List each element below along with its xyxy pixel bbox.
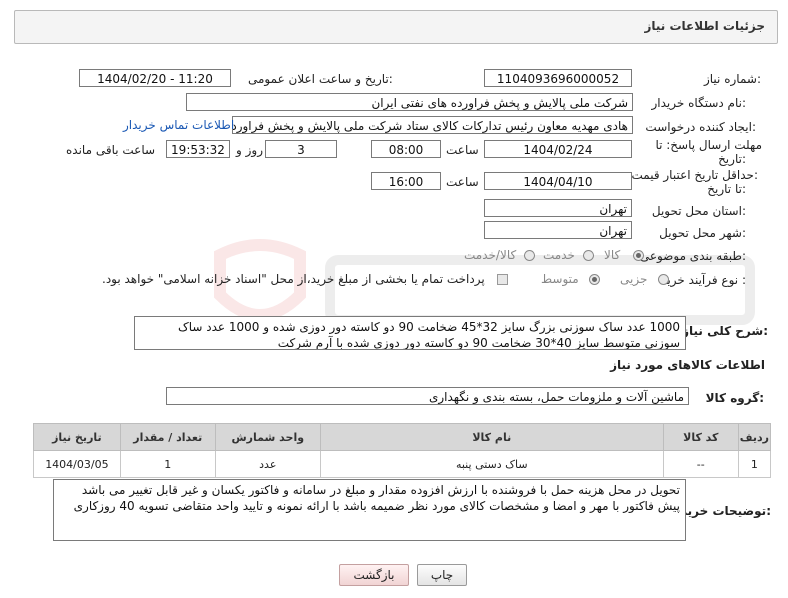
- days-label: روز و: [236, 143, 263, 157]
- process-radio-medium[interactable]: [589, 274, 600, 285]
- goods-section-title: اطلاعات کالاهای مورد نیاز: [610, 358, 765, 372]
- cell-code: --: [662, 450, 739, 478]
- category-option-goods-service: کالا/خدمت: [464, 248, 517, 262]
- category-radio-goods[interactable]: [633, 250, 644, 261]
- buyer-org-label: نام دستگاه خریدار:: [651, 96, 747, 110]
- goods-table: ردیف کد کالا نام کالا واحد شمارش تعداد /…: [33, 423, 772, 478]
- announce-date-label: تاریخ و ساعت اعلان عمومی:: [248, 72, 393, 86]
- col-code: کد کالا: [662, 423, 739, 451]
- days-remaining-field: 3: [265, 140, 337, 158]
- city-field: تهران: [484, 221, 632, 239]
- province-field: تهران: [484, 199, 632, 217]
- process-radio-minor[interactable]: [658, 274, 669, 285]
- description-label: شرح کلی نیاز:: [682, 324, 768, 338]
- validity-time-label: ساعت: [446, 175, 479, 189]
- page-title: جزئیات اطلاعات نیاز: [644, 19, 765, 33]
- col-row: ردیف: [737, 423, 772, 451]
- cell-date: 1404/03/05: [33, 450, 121, 478]
- description-field: 1000 عدد ساک سوزنی بزرگ سایز 32*45 ضخامت…: [134, 316, 686, 350]
- col-name: نام کالا: [319, 423, 664, 451]
- remaining-time-label: ساعت باقی مانده: [66, 143, 156, 157]
- deadline-time-field: 08:00: [371, 140, 441, 158]
- cell-name: ساک دستی پنبه: [319, 450, 664, 478]
- col-qty: تعداد / مقدار: [119, 423, 216, 451]
- treasury-checkbox[interactable]: [497, 274, 508, 285]
- col-date: تاریخ نیاز: [33, 423, 121, 451]
- payment-note: پرداخت تمام یا بخشی از مبلغ خرید،از محل …: [102, 272, 485, 286]
- deadline-date-field: 1404/02/24: [484, 140, 632, 158]
- cell-row: 1: [737, 450, 772, 478]
- cell-unit: عدد: [214, 450, 321, 478]
- process-option-minor: جزیی: [620, 272, 648, 286]
- cell-qty: 1: [119, 450, 216, 478]
- deadline-time-label: ساعت: [446, 143, 479, 157]
- header-panel: جزئیات اطلاعات نیاز: [14, 10, 778, 44]
- category-radio-goods-service[interactable]: [524, 250, 535, 261]
- category-option-goods: کالا: [604, 248, 621, 262]
- category-radio-service[interactable]: [583, 250, 594, 261]
- province-label: استان محل تحویل:: [651, 204, 746, 218]
- category-option-service: خدمت: [543, 248, 575, 262]
- process-label: نوع فرآیند خرید :: [661, 273, 746, 287]
- col-unit: واحد شمارش: [214, 423, 321, 451]
- buyer-contact-link[interactable]: اطلاعات تماس خریدار: [123, 118, 234, 132]
- requester-field: هادی مهدیه معاون رئیس تدارکات کالای ستاد…: [232, 116, 633, 134]
- deadline-label-2: تاریخ:: [718, 152, 746, 166]
- announce-date-field: 1404/02/20 - 11:20: [79, 69, 231, 87]
- deadline-label-1: مهلت ارسال پاسخ: تا: [655, 138, 762, 152]
- city-label: شهر محل تحویل:: [659, 226, 746, 240]
- need-number-field: 1104093696000052: [484, 69, 632, 87]
- validity-time-field: 16:00: [371, 172, 441, 190]
- goods-group-field: ماشین آلات و ملزومات حمل، بسته بندی و نگ…: [166, 387, 689, 405]
- validity-date-field: 1404/04/10: [484, 172, 632, 190]
- category-label: طبقه بندی موضوعی:: [639, 249, 746, 263]
- need-number-label: شماره نیاز:: [703, 72, 761, 86]
- validity-label-2: تا تاریخ:: [707, 182, 746, 196]
- remaining-time-field: 19:53:32: [166, 140, 230, 158]
- requester-label: ایجاد کننده درخواست:: [645, 120, 756, 134]
- goods-group-label: گروه کالا:: [705, 391, 764, 405]
- table-header-row: ردیف کد کالا نام کالا واحد شمارش تعداد /…: [33, 423, 772, 451]
- process-option-medium: متوسط: [541, 272, 579, 286]
- table-row: 1 -- ساک دستی پنبه عدد 1 1404/03/05: [33, 450, 772, 478]
- validity-label-1: حداقل تاریخ اعتبار قیمت:: [631, 168, 758, 182]
- buyer-notes-field: تحویل در محل هزینه حمل با فروشنده با ارز…: [53, 479, 686, 541]
- back-button[interactable]: بازگشت: [339, 564, 409, 586]
- print-button[interactable]: چاپ: [417, 564, 467, 586]
- buyer-org-field: شرکت ملی پالایش و پخش فراورده های نفتی ا…: [186, 93, 633, 111]
